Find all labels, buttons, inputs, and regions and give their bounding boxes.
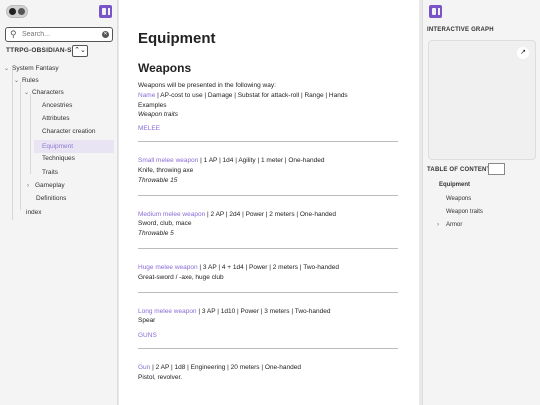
sidebar-toggle-icon[interactable] (429, 5, 442, 18)
intro-text: Weapons will be presented in the followi… (138, 82, 276, 89)
tree-item-rules[interactable]: ⌄ Rules (14, 77, 39, 84)
collapse-all-button[interactable]: ⌃⌄ (72, 45, 88, 57)
tree-item-equipment[interactable]: Equipment (34, 140, 114, 153)
search-input[interactable] (22, 29, 96, 40)
toc-toggle-button[interactable] (488, 163, 505, 175)
tree-item-gameplay[interactable]: › Gameplay (27, 182, 65, 189)
tree-item-index[interactable]: index (26, 209, 42, 216)
toc-item-weapon-traits[interactable]: Weapon traits (446, 209, 483, 215)
weapon-entry: Gun | 2 AP | 1d8 | Engineering | 20 mete… (138, 364, 301, 381)
format-traits: Weapon traits (138, 111, 178, 119)
theme-toggle-icon[interactable] (6, 5, 28, 18)
tree-item-character-creation[interactable]: Character creation (42, 128, 95, 135)
format-line: Name | AP-cost to use | Damage | Substat… (138, 91, 348, 99)
toc-item-armor[interactable]: › Armor (437, 222, 462, 228)
tree-item-traits[interactable]: Traits (42, 169, 58, 176)
melee-heading: MELEE (138, 125, 161, 133)
search-icon: ⚲ (10, 29, 17, 39)
toc-label: TABLE OF CONTENTS (427, 167, 495, 173)
right-sidebar: INTERACTIVE GRAPH ↗ TABLE OF CONTENTS Eq… (422, 0, 540, 405)
interactive-graph[interactable]: ↗ (428, 40, 536, 160)
section-title-weapons: Weapons (138, 61, 192, 75)
guns-heading: GUNS (138, 332, 157, 340)
tree-item-characters[interactable]: ⌄ Characters (24, 89, 64, 96)
format-examples: Examples (138, 101, 167, 109)
weapon-link-medium-melee[interactable]: Medium melee weapon (138, 211, 205, 218)
divider (138, 194, 398, 196)
weapon-entry: Medium melee weapon | 2 AP | 2d4 | Power… (138, 210, 337, 238)
weapon-entry: Huge melee weapon | 3 AP | 4 + 1d4 | Pow… (138, 263, 339, 281)
main-content: Equipment Weapons Weapons will be presen… (119, 0, 419, 405)
toc-item-equipment[interactable]: Equipment (439, 182, 470, 188)
divider (138, 141, 398, 143)
divider (138, 348, 398, 350)
clear-search-icon[interactable]: ✕ (102, 31, 109, 38)
divider (138, 247, 398, 249)
weapon-entry: Small melee weapon | 1 AP | 1d4 | Agilit… (138, 157, 325, 184)
tree-item-definitions[interactable]: Definitions (36, 195, 66, 202)
sidebar-toggle-icon[interactable] (99, 5, 112, 18)
weapon-link-long-melee[interactable]: Long melee weapon (138, 308, 197, 315)
toc-item-weapons[interactable]: Weapons (446, 196, 471, 202)
tree-item-ancestries[interactable]: Ancestries (42, 102, 72, 109)
tree-item-techniques[interactable]: Techniques (42, 155, 75, 162)
weapon-link-gun[interactable]: Gun (138, 364, 150, 371)
page-title: Equipment (138, 30, 216, 47)
graph-label: INTERACTIVE GRAPH (427, 27, 494, 33)
weapon-link-huge-melee[interactable]: Huge melee weapon (138, 264, 198, 271)
weapon-link-small-melee[interactable]: Small melee weapon (138, 157, 198, 164)
left-sidebar: ⚲ ✕ TTRPG-OBSIDIAN-SYNC ⌃⌄ ⌄System Fanta… (0, 0, 118, 405)
chevron-right-icon: › (437, 222, 439, 228)
weapon-entry: Long melee weapon | 3 AP | 1d10 | Power … (138, 307, 331, 325)
note-content: Equipment Weapons Weapons will be presen… (138, 30, 398, 383)
divider (138, 291, 398, 293)
search-box[interactable]: ⚲ ✕ (5, 27, 113, 42)
tree-item-system-fantasy[interactable]: ⌄ System Fantasy (4, 65, 59, 72)
tree-item-attributes[interactable]: Attributes (42, 115, 69, 122)
format-name: Name (138, 91, 156, 99)
open-graph-icon[interactable]: ↗ (517, 47, 529, 59)
